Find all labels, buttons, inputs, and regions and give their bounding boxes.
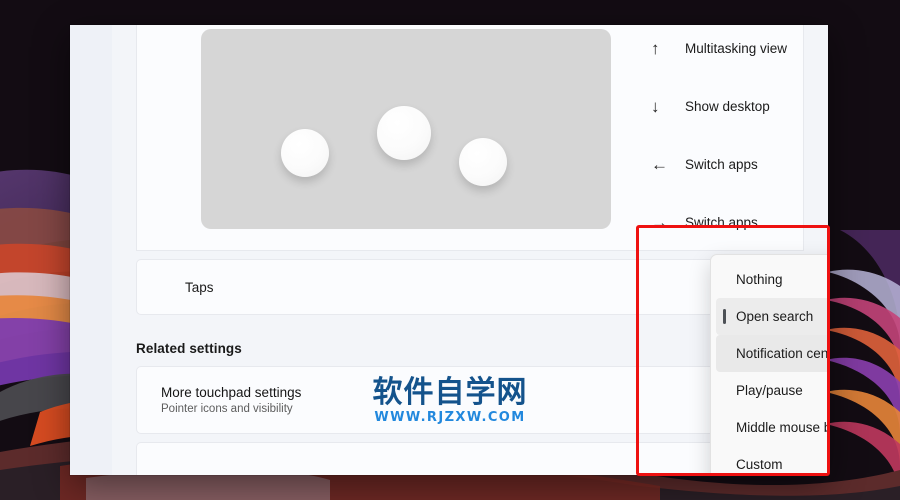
link-title: More touchpad settings [161, 385, 302, 400]
gesture-list: ↑ Multitasking view ↓ Show desktop ← Swi… [641, 25, 828, 251]
flyout-item-label: Notification center [736, 346, 828, 361]
touchpad-illustration [201, 29, 611, 229]
screenshot-root: ↑ Multitasking view ↓ Show desktop ← Swi… [0, 0, 900, 500]
next-settings-card-partial[interactable] [136, 442, 804, 475]
arrow-right-icon: → [651, 212, 668, 232]
gesture-row-show-desktop[interactable]: ↓ Show desktop [641, 77, 828, 135]
three-finger-gestures-card: ↑ Multitasking view ↓ Show desktop ← Swi… [136, 25, 804, 251]
flyout-item-notification-center[interactable]: Notification center [716, 335, 828, 372]
gesture-label: Switch apps [685, 156, 758, 172]
arrow-left-icon: ← [651, 154, 668, 174]
gesture-label: Multitasking view [685, 40, 788, 56]
gesture-row-multitasking-view[interactable]: ↑ Multitasking view [641, 25, 828, 77]
finger-dot-3 [459, 138, 507, 186]
link-subtitle: Pointer icons and visibility [161, 403, 293, 415]
gesture-row-switch-apps-left[interactable]: ← Switch apps [641, 135, 828, 193]
flyout-item-label: Middle mouse button [736, 420, 828, 435]
flyout-item-label: Play/pause [736, 383, 803, 398]
flyout-item-play-pause[interactable]: Play/pause [716, 372, 828, 409]
gesture-label: Switch apps [685, 214, 758, 230]
flyout-item-label: Open search [736, 309, 814, 324]
three-finger-tap-action-flyout[interactable]: Nothing Open search Notification center … [710, 254, 828, 475]
arrow-up-icon: ↑ [651, 38, 660, 58]
gesture-row-switch-apps-right[interactable]: → Switch apps [641, 193, 828, 251]
settings-sidebar-strip[interactable] [70, 25, 112, 475]
more-touchpad-settings-link[interactable]: More touchpad settings Pointer icons and… [136, 366, 804, 434]
flyout-item-nothing[interactable]: Nothing [716, 261, 828, 298]
taps-row[interactable]: Taps [136, 259, 804, 315]
settings-window: ↑ Multitasking view ↓ Show desktop ← Swi… [70, 25, 828, 475]
arrow-down-icon: ↓ [651, 96, 660, 116]
flyout-item-custom[interactable]: Custom [716, 446, 828, 475]
flyout-item-middle-mouse-button[interactable]: Middle mouse button [716, 409, 828, 446]
flyout-item-label: Custom [736, 457, 783, 472]
flyout-item-open-search[interactable]: Open search [716, 298, 828, 335]
taps-label: Taps [185, 279, 214, 295]
flyout-item-label: Nothing [736, 272, 783, 287]
finger-dot-2 [377, 106, 431, 160]
gesture-label: Show desktop [685, 98, 770, 114]
finger-dot-1 [281, 129, 329, 177]
